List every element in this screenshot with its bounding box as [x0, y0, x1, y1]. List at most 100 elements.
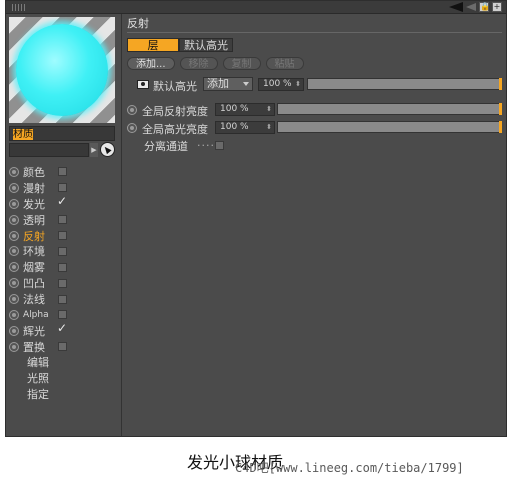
- material-preview[interactable]: [9, 17, 115, 123]
- channel-checkbox[interactable]: [58, 246, 67, 256]
- channel-radio-icon[interactable]: [9, 278, 19, 289]
- separate-pass-checkbox[interactable]: [215, 141, 224, 150]
- blend-mode-dropdown[interactable]: 添加: [203, 77, 253, 91]
- global-specular-radio-icon[interactable]: [127, 123, 137, 133]
- separate-pass-dots: ....: [197, 136, 215, 149]
- lock-icon[interactable]: 🔒: [479, 2, 490, 12]
- spinner-icon[interactable]: ⬍: [266, 122, 272, 133]
- spinner-icon[interactable]: ⬍: [266, 104, 272, 115]
- global-specular-label: 全局高光亮度: [142, 123, 208, 136]
- material-name-field[interactable]: 材质: [9, 126, 115, 141]
- channel-checkbox-checked[interactable]: [57, 194, 67, 208]
- sub-item[interactable]: 指定: [9, 387, 119, 403]
- channel-label: Alpha: [23, 309, 49, 320]
- channel-radio-icon[interactable]: [9, 230, 19, 241]
- blend-mode-value: 添加: [207, 77, 229, 90]
- channel-radio-icon[interactable]: [9, 246, 19, 257]
- channel-checkbox[interactable]: [58, 262, 67, 272]
- channel-item[interactable]: 辉光: [9, 321, 119, 339]
- add-layer-button[interactable]: 添加...: [127, 57, 175, 70]
- channel-label: 发光: [23, 197, 45, 211]
- global-reflection-row: 全局反射亮度 100 % ⬍: [127, 102, 502, 118]
- channel-checkbox[interactable]: [58, 294, 67, 304]
- tab-default-specular[interactable]: 默认高光: [179, 38, 233, 52]
- global-reflection-radio-icon[interactable]: [127, 105, 137, 115]
- caption-watermark: C4D吧[www.lineeg.com/tieba/1799]: [235, 461, 464, 475]
- back-arrow-icon[interactable]: [449, 2, 463, 12]
- layer-opacity-slider[interactable]: [307, 78, 502, 90]
- channel-item[interactable]: 发光: [9, 194, 119, 212]
- link-input[interactable]: [9, 143, 89, 157]
- right-panel: 反射 层 默认高光 添加... 移除 复制 粘贴 默认高光 添加 100 % ⬍: [123, 14, 506, 436]
- global-reflection-value: 100 %: [220, 104, 249, 114]
- channel-radio-icon[interactable]: [9, 325, 19, 336]
- expand-icon[interactable]: +: [492, 2, 502, 12]
- copy-layer-button[interactable]: 复制: [222, 57, 261, 70]
- channel-radio-icon[interactable]: [9, 341, 19, 352]
- channel-checkbox[interactable]: [58, 231, 67, 240]
- layer-name: 默认高光: [153, 80, 197, 93]
- channel-label: 烟雾: [23, 261, 45, 275]
- remove-layer-button[interactable]: 移除: [179, 57, 218, 70]
- channel-checkbox[interactable]: [58, 167, 67, 177]
- channel-radio-icon[interactable]: [9, 309, 19, 320]
- channel-label: 漫射: [23, 181, 45, 195]
- channel-radio-icon[interactable]: [9, 198, 19, 209]
- material-editor-window: 🔒 + 材质 ▶ 颜色漫射发光透明反射环境烟雾凹凸法线Alpha辉光置换编辑光照…: [5, 0, 507, 437]
- chevron-down-icon: [243, 82, 249, 86]
- channel-item[interactable]: 颜色: [9, 164, 119, 180]
- layer-visibility-icon[interactable]: [137, 80, 149, 89]
- left-panel: 材质 ▶ 颜色漫射发光透明反射环境烟雾凹凸法线 Alpha 辉光置换编辑光照指定: [6, 14, 122, 436]
- sub-item[interactable]: 编辑: [9, 355, 119, 371]
- separate-pass-label: 分离通道: [144, 140, 188, 153]
- channel-label: 颜色: [23, 165, 45, 179]
- layer-buttons: 添加... 移除 复制 粘贴: [127, 57, 304, 70]
- title-bar: 🔒 +: [6, 1, 506, 14]
- link-arrow-button[interactable]: ▶: [90, 143, 98, 157]
- spinner-icon[interactable]: ⬍: [295, 79, 301, 90]
- link-field-row: ▶: [9, 142, 115, 158]
- layer-row[interactable]: 默认高光 添加 100 % ⬍: [137, 77, 502, 93]
- global-reflection-label: 全局反射亮度: [142, 105, 208, 118]
- channel-checkbox-checked[interactable]: [57, 321, 67, 335]
- material-name-text: 材质: [13, 129, 33, 140]
- channel-item[interactable]: 环境: [9, 243, 119, 259]
- channel-item[interactable]: 透明: [9, 212, 119, 228]
- back-arrow-secondary-icon[interactable]: [466, 3, 476, 11]
- channel-checkbox[interactable]: [58, 183, 67, 193]
- channel-radio-icon[interactable]: [9, 214, 19, 225]
- channel-checkbox[interactable]: [58, 310, 67, 320]
- channel-item[interactable]: 反射: [9, 228, 119, 244]
- layer-opacity-field[interactable]: 100 % ⬍: [258, 78, 304, 91]
- section-title: 反射: [127, 17, 502, 33]
- global-reflection-field[interactable]: 100 % ⬍: [215, 103, 275, 116]
- channel-checkbox[interactable]: [58, 278, 67, 288]
- channel-label: 辉光: [23, 324, 45, 338]
- global-specular-slider[interactable]: [277, 121, 502, 133]
- layer-opacity-value: 100 %: [263, 79, 292, 89]
- tab-layers[interactable]: 层: [127, 38, 179, 52]
- channel-item[interactable]: 烟雾: [9, 259, 119, 275]
- global-specular-field[interactable]: 100 % ⬍: [215, 121, 275, 134]
- channel-item[interactable]: 凹凸: [9, 275, 119, 291]
- channel-label: 反射: [23, 229, 45, 243]
- channel-label: 透明: [23, 213, 45, 227]
- channel-label: 环境: [23, 245, 45, 259]
- channel-radio-icon[interactable]: [9, 166, 19, 177]
- channel-checkbox[interactable]: [58, 342, 67, 352]
- channel-label: 置换: [23, 340, 45, 354]
- channel-checkbox[interactable]: [58, 215, 67, 225]
- channel-radio-icon[interactable]: [9, 182, 19, 193]
- paste-layer-button[interactable]: 粘贴: [265, 57, 304, 70]
- global-specular-value: 100 %: [220, 122, 249, 132]
- separate-pass-row: 分离通道 ....: [127, 136, 502, 153]
- sub-item[interactable]: 光照: [9, 371, 119, 387]
- channel-radio-icon[interactable]: [9, 294, 19, 305]
- pick-cursor-icon[interactable]: [100, 142, 115, 157]
- drag-grip-icon[interactable]: [12, 4, 26, 11]
- global-reflection-slider[interactable]: [277, 103, 502, 115]
- channel-radio-icon[interactable]: [9, 262, 19, 273]
- channel-item[interactable]: 法线: [9, 291, 119, 307]
- channel-item[interactable]: 置换: [9, 339, 119, 355]
- channel-list: 颜色漫射发光透明反射环境烟雾凹凸法线 Alpha 辉光置换编辑光照指定: [9, 164, 119, 403]
